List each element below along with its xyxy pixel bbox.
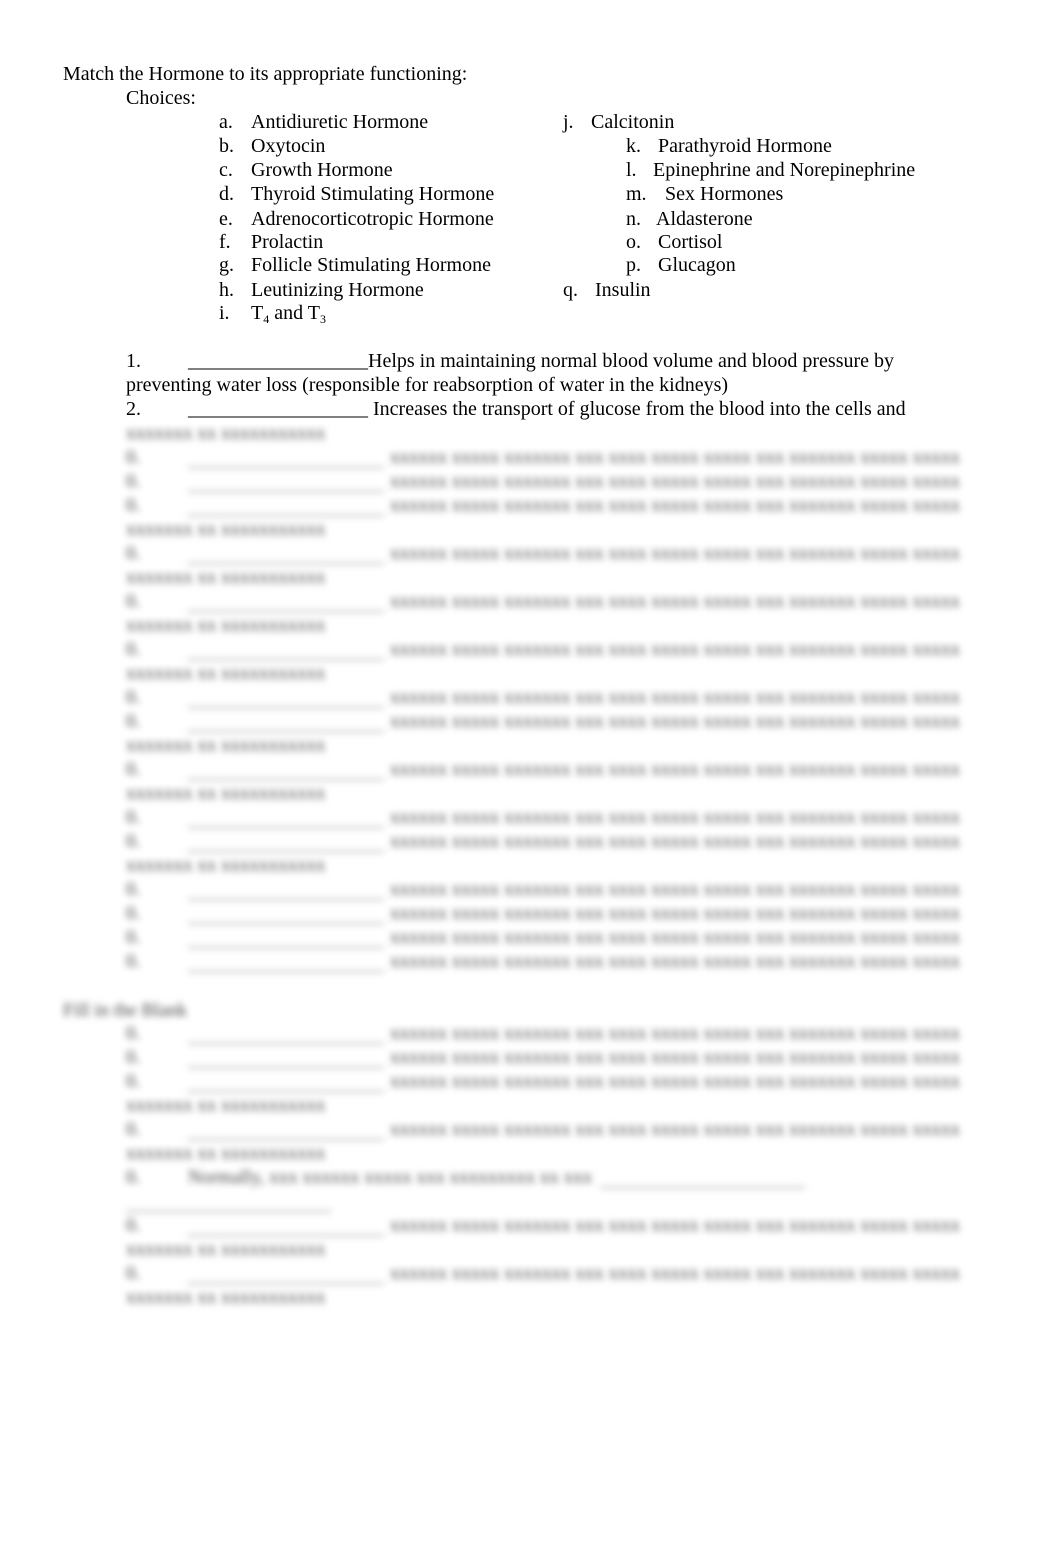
blurred-answer-blank — [188, 706, 384, 708]
blurred-continuation-text: xxxxxxx xx xxxxxxxxxxx — [126, 663, 326, 684]
blurred-question-number: 0. — [126, 687, 141, 708]
blurred-continuation-text: xxxxxxx xx xxxxxxxxxxx — [126, 1143, 326, 1164]
blurred-question-text: xxxxxx xxxxx xxxxxxx xxx xxxx xxxxx xxxx… — [390, 927, 960, 948]
blurred-answer-blank — [188, 898, 384, 900]
blurred-answer-blank — [600, 1186, 805, 1188]
blurred-continuation-text: xxxxxxx xx xxxxxxxxxxx — [126, 855, 326, 876]
blurred-answer-blank — [188, 850, 384, 852]
blurred-answer-blank — [188, 1138, 384, 1140]
blurred-answer-blank — [188, 826, 384, 828]
blurred-question-number: 0. — [126, 639, 141, 660]
blurred-question-number: 0. — [126, 759, 141, 780]
blurred-answer-blank — [188, 562, 384, 564]
blurred-continuation-text: xxxxxxx xx xxxxxxxxxxx — [126, 1287, 326, 1308]
blurred-content: xxxxxxx xx xxxxxxxxxxx 0. xxxxxx xxxxx xxx… — [0, 0, 1062, 1556]
blurred-answer-blank — [188, 922, 384, 924]
blurred-question-text: xxxxxx xxxxx xxxxxxx xxx xxxx xxxxx xxxx… — [390, 1023, 960, 1044]
blurred-question-number: 0. — [126, 903, 141, 924]
blurred-answer-blank — [188, 658, 384, 660]
blurred-question-text: xxxxxx xxxxx xxxxxxx xxx xxxx xxxxx xxxx… — [390, 1119, 960, 1140]
blurred-question-text: xxxxxx xxxxx xxxxxxx xxx xxxx xxxxx xxxx… — [390, 879, 960, 900]
blurred-question-text: xxxxxx xxxxx xxxxxxx xxx xxxx xxxxx xxxx… — [390, 639, 960, 660]
blurred-continuation-text: xxxxxxx xx xxxxxxxxxxx — [126, 567, 326, 588]
blurred-answer-blank — [188, 1090, 384, 1092]
blurred-question-number: 0. — [126, 1263, 141, 1284]
blurred-question-number: 0. — [126, 831, 141, 852]
blurred-question-number: 0. — [126, 543, 141, 564]
blurred-question-number: 0. — [126, 807, 141, 828]
blurred-answer-blank — [188, 610, 384, 612]
blurred-question-number: 0. — [126, 1071, 141, 1092]
blurred-question-number: 0. — [126, 711, 141, 732]
blurred-answer-blank — [126, 1210, 331, 1212]
blurred-continuation-text: xxxxxxx xx xxxxxxxxxxx — [126, 519, 326, 540]
blurred-continuation-text: xxxxxxx xx xxxxxxxxxxx — [126, 783, 326, 804]
blurred-continuation-text: xxxxxxx xx xxxxxxxxxxx — [126, 615, 326, 636]
blurred-question-text: xxxxxx xxxxx xxxxxxx xxx xxxx xxxxx xxxx… — [390, 759, 960, 780]
blurred-answer-blank — [188, 1042, 384, 1044]
blurred-question-text: xxxxxx xxxxx xxxxxxx xxx xxxx xxxxx xxxx… — [390, 543, 960, 564]
blurred-question-text: xxxxxx xxxxx xxxxxxx xxx xxxx xxxxx xxxx… — [390, 807, 960, 828]
blurred-question-text: xxxxxx xxxxx xxxxxxx xxx xxxx xxxxx xxxx… — [390, 471, 960, 492]
blurred-question-number: 0. — [126, 951, 141, 972]
blurred-question-text: xxxxxx xxxxx xxxxxxx xxx xxxx xxxxx xxxx… — [390, 1263, 960, 1284]
blurred-question-text: xxxxxx xxxxx xxxxxxx xxx xxxx xxxxx xxxx… — [390, 831, 960, 852]
blurred-question-text: Normally, xxx xxxxxx xxxxx xxx xxxxxxxxx… — [188, 1167, 593, 1188]
blurred-question-number: 0. — [126, 1167, 141, 1188]
blurred-answer-blank — [188, 490, 384, 492]
blurred-question-number: 0. — [126, 447, 141, 468]
blurred-section-heading: Fill in the Blank — [63, 1000, 188, 1021]
blurred-answer-blank — [188, 466, 384, 468]
blurred-question-text: xxxxxx xxxxx xxxxxxx xxx xxxx xxxxx xxxx… — [390, 1215, 960, 1236]
blurred-question-text: xxxxxx xxxxx xxxxxxx xxx xxxx xxxxx xxxx… — [390, 1047, 960, 1068]
blurred-continuation-text: xxxxxxx xx xxxxxxxxxxx — [126, 423, 326, 444]
blurred-continuation-text: xxxxxxx xx xxxxxxxxxxx — [126, 735, 326, 756]
blurred-answer-blank — [188, 514, 384, 516]
blurred-question-number: 0. — [126, 1023, 141, 1044]
blurred-answer-blank — [188, 970, 384, 972]
blurred-question-text: xxxxxx xxxxx xxxxxxx xxx xxxx xxxxx xxxx… — [390, 951, 960, 972]
blurred-question-text: xxxxxx xxxxx xxxxxxx xxx xxxx xxxxx xxxx… — [390, 447, 960, 468]
blurred-question-number: 0. — [126, 927, 141, 948]
blurred-question-number: 0. — [126, 879, 141, 900]
blurred-question-text: xxxxxx xxxxx xxxxxxx xxx xxxx xxxxx xxxx… — [390, 1071, 960, 1092]
blurred-question-number: 0. — [126, 1119, 141, 1140]
blurred-answer-blank — [188, 730, 384, 732]
blurred-question-text: xxxxxx xxxxx xxxxxxx xxx xxxx xxxxx xxxx… — [390, 591, 960, 612]
blurred-answer-blank — [188, 1234, 384, 1236]
blurred-answer-blank — [188, 1282, 384, 1284]
blurred-question-number: 0. — [126, 495, 141, 516]
blurred-continuation-text: xxxxxxx xx xxxxxxxxxxx — [126, 1239, 326, 1260]
blurred-answer-blank — [188, 1066, 384, 1068]
blurred-answer-blank — [188, 946, 384, 948]
blurred-continuation-text: xxxxxxx xx xxxxxxxxxxx — [126, 1095, 326, 1116]
blurred-question-text: xxxxxx xxxxx xxxxxxx xxx xxxx xxxxx xxxx… — [390, 711, 960, 732]
blurred-answer-blank — [188, 778, 384, 780]
blurred-question-number: 0. — [126, 1047, 141, 1068]
blurred-question-number: 0. — [126, 471, 141, 492]
blurred-question-text: xxxxxx xxxxx xxxxxxx xxx xxxx xxxxx xxxx… — [390, 687, 960, 708]
blurred-question-number: 0. — [126, 591, 141, 612]
blurred-question-number: 0. — [126, 1215, 141, 1236]
blurred-question-text: xxxxxx xxxxx xxxxxxx xxx xxxx xxxxx xxxx… — [390, 903, 960, 924]
blurred-question-text: xxxxxx xxxxx xxxxxxx xxx xxxx xxxxx xxxx… — [390, 495, 960, 516]
